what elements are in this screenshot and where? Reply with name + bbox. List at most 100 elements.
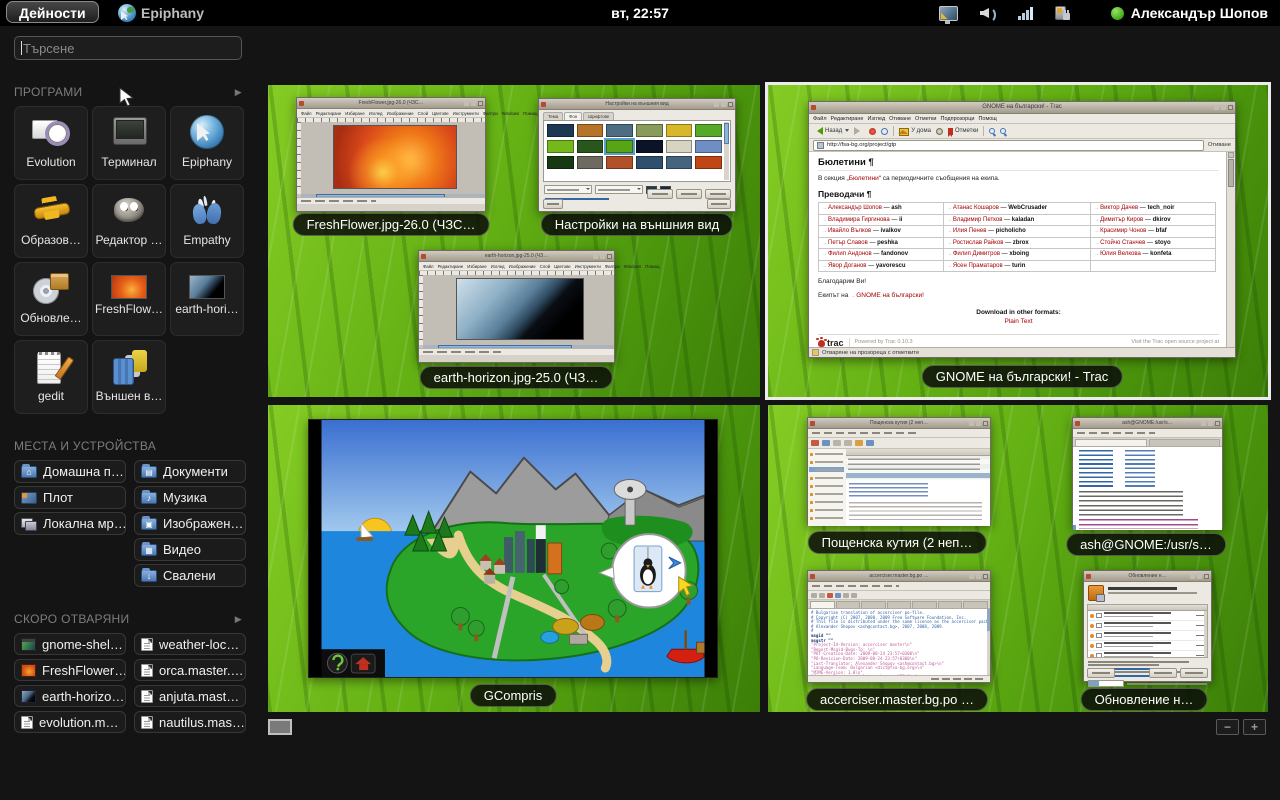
recent-label: gnome-shel… [42,637,123,652]
workspace-2-active[interactable]: GNOME на български! - Trac ФайлРедактира… [768,85,1268,397]
window-gimp-earth[interactable]: earth-horizon.jpg-25.0 (ЧЗ… ФайлРедактир… [418,250,615,363]
flower-image-icon [111,275,147,299]
place-item[interactable]: Домашна п… [14,460,126,483]
gcompris-scene [309,420,717,677]
expand-arrow-icon[interactable]: ▶ [235,87,242,98]
add-workspace-button[interactable]: + [1243,719,1266,735]
workspace-4[interactable]: Пощенска кутия (2 неп… Пощенска кутия (2… [768,405,1268,712]
window-evolution-mail[interactable]: Пощенска кутия (2 неп… [807,417,991,525]
app-tile[interactable]: Обновле… [14,262,88,336]
browser-menubar: ФайлРедактиранеИзгледОтиванеОтметкиПодпр… [809,114,1235,124]
translator-cell: →Димитър Киров — dkirov [1091,215,1216,227]
app-tile[interactable]: Редактор … [92,184,166,258]
places-label: МЕСТА И УСТРОЙСТВА [14,439,156,453]
mail-body [808,449,990,526]
place-item[interactable]: Изображен… [134,512,246,535]
menu-item: Слой [418,111,428,116]
v-scrollbar [1073,525,1076,530]
window-terminal[interactable]: ash@GNOME:/usr/s… [1072,417,1223,528]
bookmark-icon [948,128,953,135]
recent-item[interactable]: FreshFlower… [14,659,126,681]
gimp-menubar: ФайлРедактиранеИзбиранеИзгледИзображение… [419,262,614,271]
app-label: FreshFlow… [93,302,165,316]
remove-workspace-button[interactable]: − [1216,719,1239,735]
gimp-icon [109,192,149,230]
menu-item: Избиране [345,111,364,116]
activities-button[interactable]: Дейности [6,1,99,23]
window-gimp-freshflower[interactable]: FreshFlower.jpg-26.0 (ЧЗС… ФайлРедактира… [296,97,486,212]
place-label: Документи [163,464,228,479]
text-doc-icon [141,716,153,729]
browser-toolbar: Назад У дома Отметки [809,124,1235,139]
place-item[interactable]: Музика [134,486,246,509]
search-input[interactable] [14,36,242,60]
terminal-icon [109,114,149,152]
recent-item[interactable]: orca.master.… [134,659,246,681]
recent-item[interactable]: weather-loc… [134,633,246,655]
place-label: Видео [163,542,201,557]
tab-theme: Тема [543,112,563,120]
window-editor-accerciser[interactable]: accerciser.master.bg.po … # Bulgarian tr… [807,570,991,683]
app-tile[interactable]: gedit [14,340,88,414]
app-tile[interactable]: Epiphany [170,106,244,180]
places-section-header: МЕСТА И УСТРОЙСТВА [14,438,242,454]
volume-icon[interactable] [980,6,996,20]
status-bar [297,197,485,204]
place-label: Свалени [163,568,216,583]
translator-cell: →Юлия Велкова — konfeta [1091,249,1216,261]
recent-item[interactable]: earth-horizo… [14,685,126,707]
app-tile[interactable]: Терминал [92,106,166,180]
recent-item[interactable]: anjuta.mast… [134,685,246,707]
window-appearance-settings[interactable]: Настройки на външния вид Тема Фон Шрифто… [538,98,736,212]
place-item[interactable]: Локална мр… [14,512,126,535]
app-indicator[interactable]: Epiphany [118,0,204,26]
display-icon[interactable] [939,6,958,21]
recent-item[interactable]: evolution.m… [14,711,126,733]
text-doc-icon [141,638,153,651]
window-titlebar: Обновление н… [1084,571,1211,582]
updates-icon [31,270,71,308]
clock[interactable]: вт, 22:57 [611,0,669,26]
place-item[interactable]: Свалени [134,564,246,587]
user-menu[interactable]: Александър Шопов [1111,0,1268,26]
window-epiphany-trac[interactable]: GNOME на български! - Trac ФайлРедактира… [808,101,1236,358]
flower-thumb-icon [21,664,36,677]
app-label: earth-hori… [171,302,243,316]
epiphany-app-icon [118,4,136,22]
place-item[interactable]: Документи [134,460,246,483]
app-tile[interactable]: FreshFlow… [92,262,166,336]
network-signal-icon[interactable] [1018,7,1033,20]
recent-section-header: СКОРО ОТВАРЯНИ ▶ [14,611,242,627]
app-tile[interactable]: Evolution [14,106,88,180]
app-tile[interactable]: earth-hori… [170,262,244,336]
translator-cell: →Стойчо Станчев — stoyo [1091,238,1216,250]
page-content: Бюлетини ¶ В секция „Бюлетини“ са период… [809,152,1235,352]
pictures-folder-icon [141,518,157,530]
recent-item[interactable]: gnome-shel… [14,633,126,655]
battery-icon[interactable] [1055,6,1070,20]
app-tile[interactable]: Empathy [170,184,244,258]
wallpaper-thumb [606,140,633,153]
workspace-1[interactable]: FreshFlower.jpg-26.0 (ЧЗС… ФайлРедактира… [268,85,760,397]
place-item[interactable]: Плот [14,486,126,509]
style-select [544,185,592,194]
forward-icon [854,127,864,135]
expand-arrow-icon[interactable]: ▶ [235,614,242,625]
cancel-button [1149,668,1177,678]
text-doc-icon [141,664,153,677]
menu-item: Редактиране [831,116,864,122]
app-tile[interactable]: Образов… [14,184,88,258]
window-software-updates[interactable]: Обновление н… [1083,570,1212,682]
menu-item: Отиване [889,116,911,122]
window-gcompris[interactable] [308,419,718,678]
recent-list: gnome-shel… FreshFlower… earth-horizo… e… [14,633,246,734]
empathy-icon [187,192,227,230]
workspace-indicator[interactable] [268,719,292,735]
appearance-tabs: Тема Фон Шрифтове [539,110,735,120]
workspace-3[interactable]: GCompris [268,405,760,712]
menu-item: Windows [502,111,519,116]
app-tile[interactable]: Външен в… [92,340,166,414]
place-item[interactable]: Видео [134,538,246,561]
recent-item[interactable]: nautilus.mas… [134,711,246,733]
gcompris-icon [31,192,71,230]
